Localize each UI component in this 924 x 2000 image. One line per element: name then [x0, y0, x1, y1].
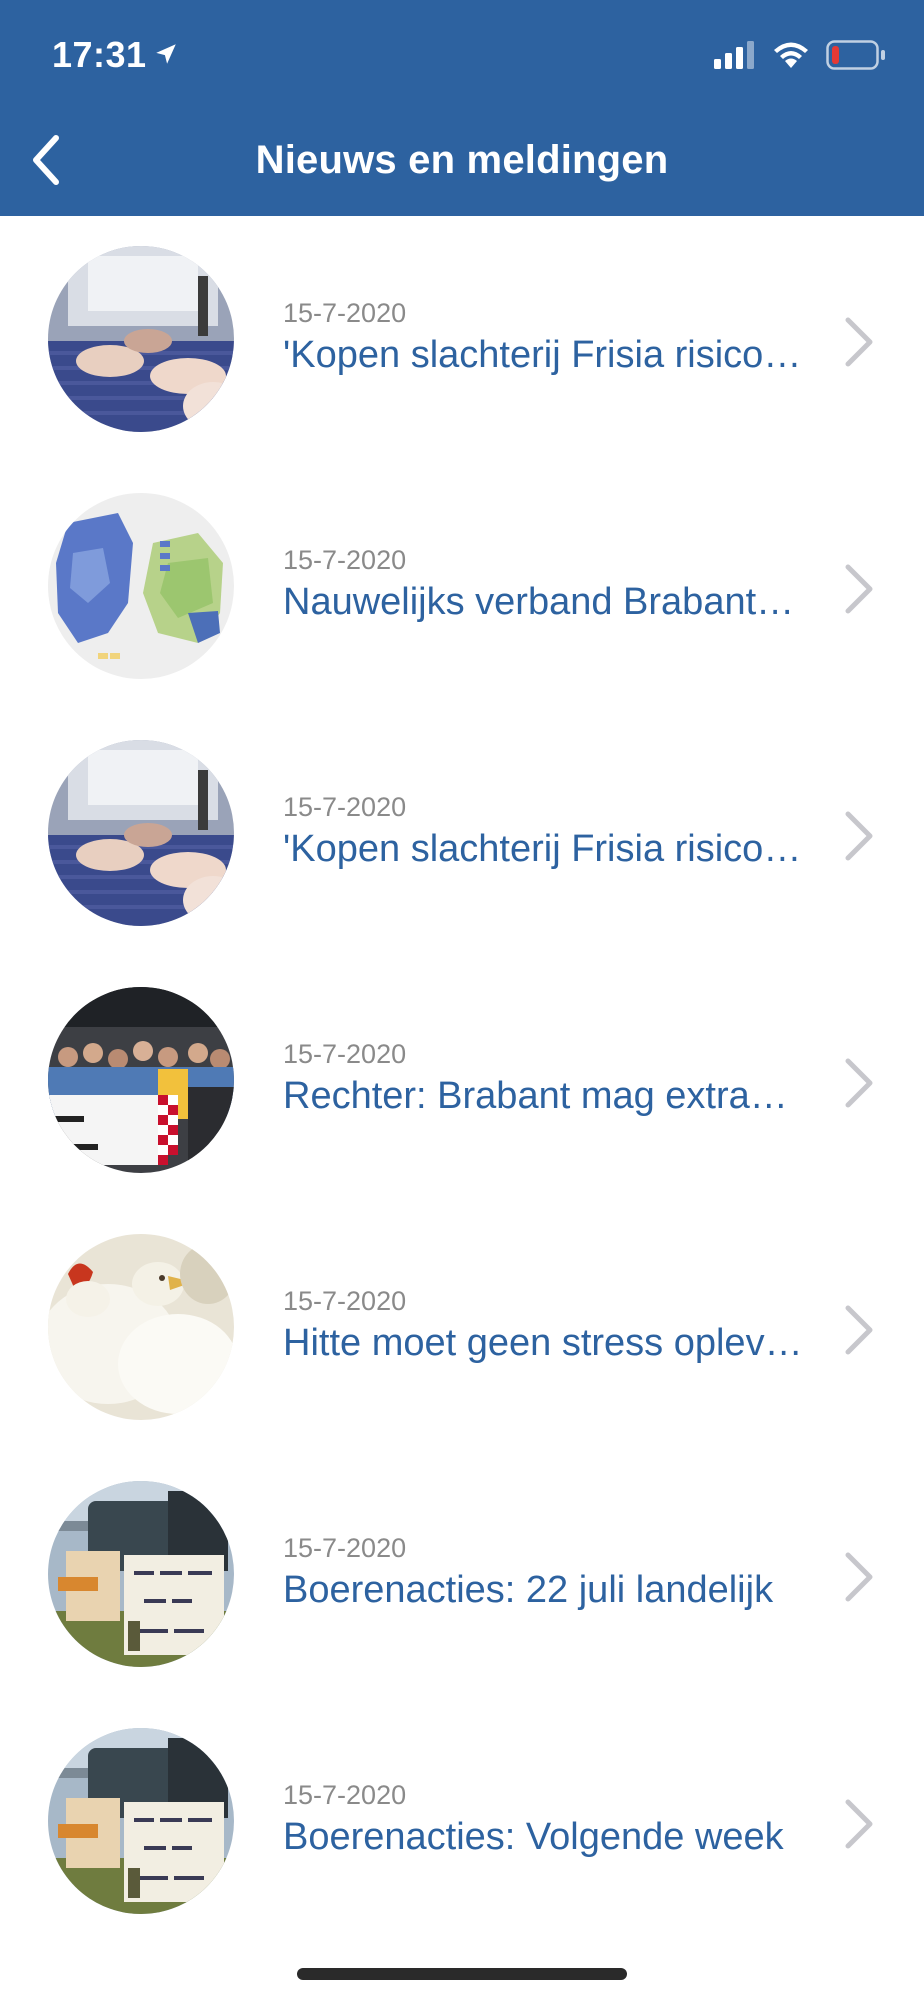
news-thumbnail: [48, 1481, 234, 1667]
news-title: Rechter: Brabant mag extra…: [283, 1075, 788, 1117]
signal-icon: [714, 41, 756, 74]
status-bar: 17:31: [0, 0, 924, 110]
home-indicator[interactable]: [297, 1968, 627, 1980]
news-thumbnail: [48, 493, 234, 679]
news-thumbnail: [48, 1728, 234, 1914]
news-thumbnail: [48, 246, 234, 432]
news-item[interactable]: 15-7-2020 Boerenacties: Volgende week: [0, 1698, 924, 1945]
news-thumbnail: [48, 1234, 234, 1420]
news-title: Hitte moet geen stress opleveren: [283, 1322, 818, 1364]
battery-icon: [826, 40, 886, 75]
chevron-right-icon: [838, 1796, 878, 1852]
status-icons: [714, 40, 886, 75]
news-title: Nauwelijks verband Brabant…: [283, 581, 795, 623]
wifi-icon: [772, 40, 810, 75]
status-time: 17:31: [52, 34, 179, 76]
news-item[interactable]: 15-7-2020 Hitte moet geen stress oplever…: [0, 1204, 924, 1451]
app-header: 17:31 Nieuws en meldingen: [0, 0, 924, 216]
news-title: Boerenacties: Volgende week: [283, 1816, 784, 1858]
news-title: 'Kopen slachterij Frisia risicovol': [283, 828, 818, 870]
news-item[interactable]: 15-7-2020 Nauwelijks verband Brabant…: [0, 463, 924, 710]
news-date: 15-7-2020: [283, 545, 407, 575]
news-title: 'Kopen slachterij Frisia risicovol': [283, 334, 818, 376]
news-date: 15-7-2020: [283, 1039, 407, 1069]
location-arrow-icon: [153, 34, 179, 76]
chevron-right-icon: [838, 561, 878, 617]
news-list: 15-7-2020 'Kopen slachterij Frisia risic…: [0, 216, 924, 1945]
news-title: Boerenacties: 22 juli landelijk: [283, 1569, 774, 1611]
news-date: 15-7-2020: [283, 1533, 407, 1563]
navigation-bar: Nieuws en meldingen: [0, 110, 924, 216]
chevron-right-icon: [838, 1302, 878, 1358]
news-date: 15-7-2020: [283, 298, 407, 328]
news-date: 15-7-2020: [283, 1286, 407, 1316]
chevron-right-icon: [838, 808, 878, 864]
chevron-right-icon: [838, 1055, 878, 1111]
news-thumbnail: [48, 740, 234, 926]
news-item[interactable]: 15-7-2020 'Kopen slachterij Frisia risic…: [0, 216, 924, 463]
chevron-right-icon: [838, 1549, 878, 1605]
news-thumbnail: [48, 987, 234, 1173]
clock: 17:31: [52, 34, 147, 75]
news-date: 15-7-2020: [283, 1780, 407, 1810]
news-item[interactable]: 15-7-2020 Boerenacties: 22 juli landelij…: [0, 1451, 924, 1698]
chevron-right-icon: [838, 314, 878, 370]
news-date: 15-7-2020: [283, 792, 407, 822]
news-item[interactable]: 15-7-2020 Rechter: Brabant mag extra…: [0, 957, 924, 1204]
page-title: Nieuws en meldingen: [255, 138, 669, 182]
news-item[interactable]: 15-7-2020 'Kopen slachterij Frisia risic…: [0, 710, 924, 957]
